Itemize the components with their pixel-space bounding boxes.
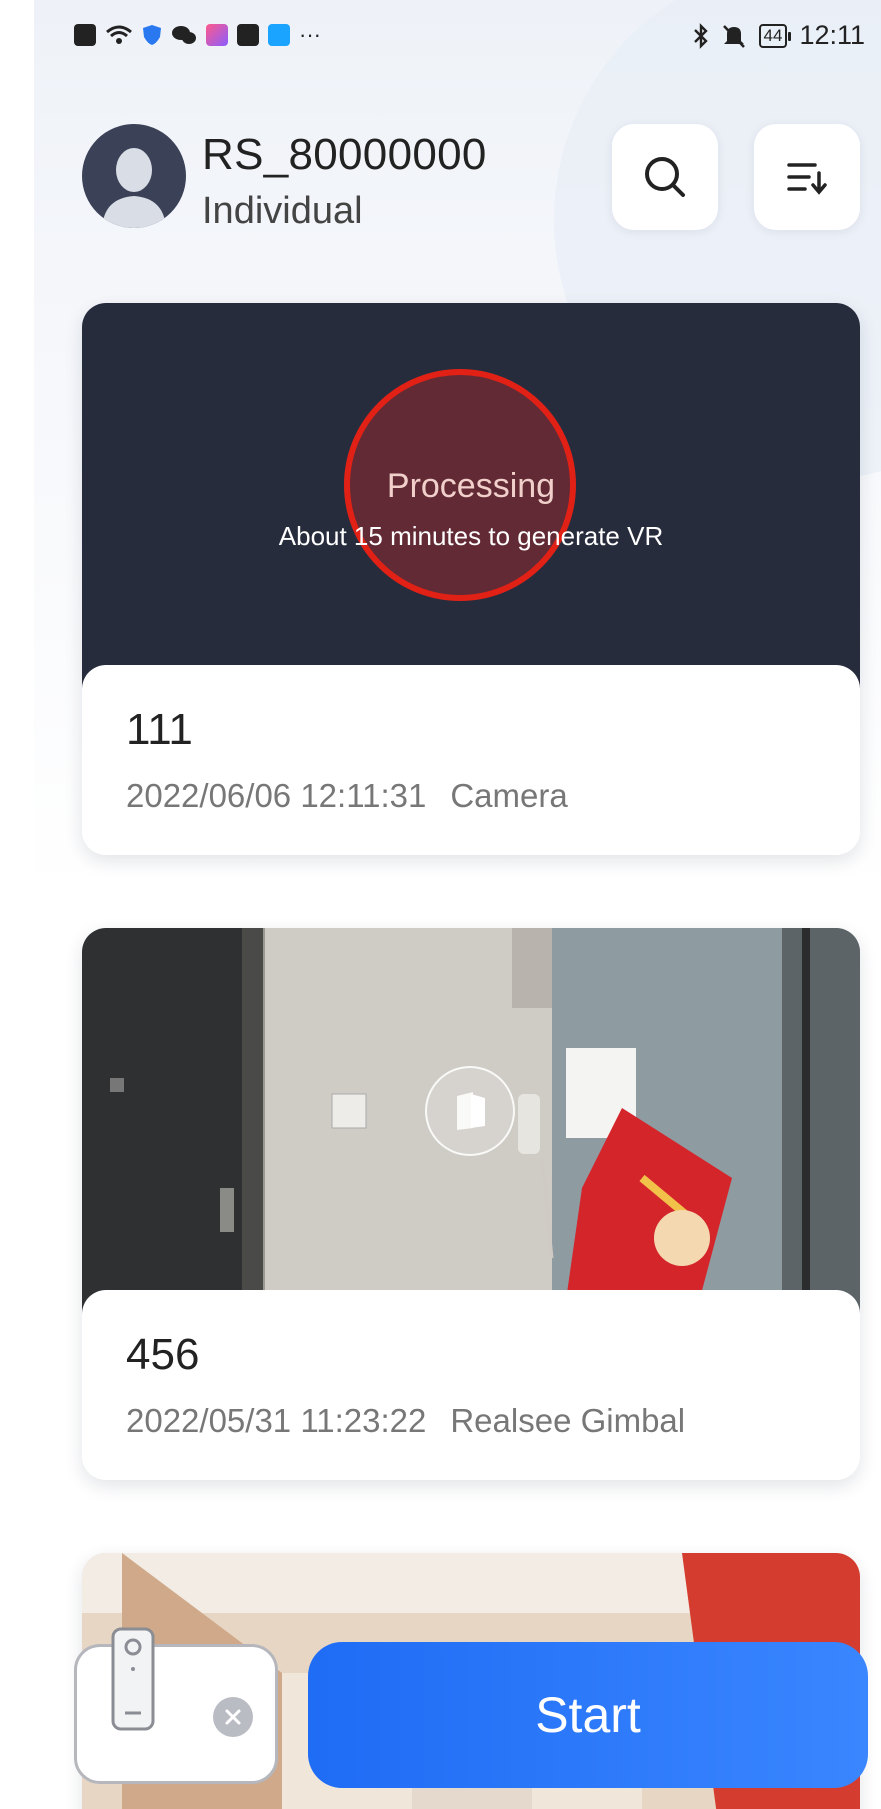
card-meta: 2022/05/31 11:23:22 Realsee Gimbal — [126, 1402, 685, 1440]
status-right: 44 12:11 — [693, 20, 865, 51]
search-icon — [645, 157, 685, 197]
status-bar: ··· 44 12:11 — [34, 0, 881, 74]
sort-icon — [787, 163, 827, 195]
vr-icon — [457, 1092, 485, 1130]
bell-muted-icon — [722, 24, 745, 48]
card-date: 2022/05/31 11:23:22 — [126, 1402, 427, 1439]
search-app-icon — [268, 24, 290, 46]
status-left-icons: ··· — [74, 22, 321, 48]
card-date: 2022/06/06 12:11:31 — [126, 777, 427, 814]
card-info: 456 2022/05/31 11:23:22 Realsee Gimbal — [82, 1290, 860, 1480]
bluetooth-icon — [693, 22, 708, 49]
disconnect-button[interactable] — [213, 1697, 253, 1737]
room-thumbnail — [82, 928, 860, 1328]
username: RS_80000000 — [202, 130, 487, 179]
card-meta: 2022/06/06 12:11:31 Camera — [126, 777, 568, 815]
processing-subtitle: About 15 minutes to generate VR — [278, 521, 664, 551]
start-button[interactable]: Start — [308, 1642, 868, 1788]
card-info: 111 2022/06/06 12:11:31 Camera — [82, 665, 860, 855]
camera-device-icon — [111, 1627, 155, 1731]
device-status-panel[interactable] — [74, 1627, 278, 1784]
card-source: Camera — [450, 777, 568, 814]
alert-icon — [74, 24, 96, 46]
close-icon — [225, 1709, 241, 1725]
account-type: Individual — [202, 190, 363, 232]
chat-icon — [172, 26, 196, 44]
card-title: 111 — [126, 705, 193, 754]
processing-title: Processing — [386, 467, 556, 505]
card-source: Realsee Gimbal — [450, 1402, 686, 1439]
processing-thumbnail: Processing About 15 minutes to generate … — [82, 303, 860, 703]
upload-icon — [237, 24, 259, 46]
more-notifications: ··· — [299, 22, 321, 47]
app-icon — [206, 24, 228, 46]
sort-button[interactable] — [754, 124, 860, 230]
wifi-icon — [106, 25, 132, 44]
start-label: Start — [535, 1687, 641, 1743]
card-title: 456 — [126, 1330, 200, 1379]
user-silhouette-icon — [102, 148, 166, 228]
project-card[interactable]: Processing About 15 minutes to generate … — [82, 303, 860, 855]
search-button[interactable] — [612, 124, 718, 230]
battery-indicator: 44 — [758, 23, 792, 48]
app-screen: ··· 44 12:11 RS_80000000 Individual Proc… — [34, 0, 881, 1809]
vr-play-indicator[interactable] — [425, 1066, 515, 1156]
avatar[interactable] — [82, 124, 186, 228]
status-time: 12:11 — [799, 20, 865, 50]
project-card[interactable]: 456 2022/05/31 11:23:22 Realsee Gimbal — [82, 928, 860, 1480]
shield-icon — [143, 25, 161, 45]
